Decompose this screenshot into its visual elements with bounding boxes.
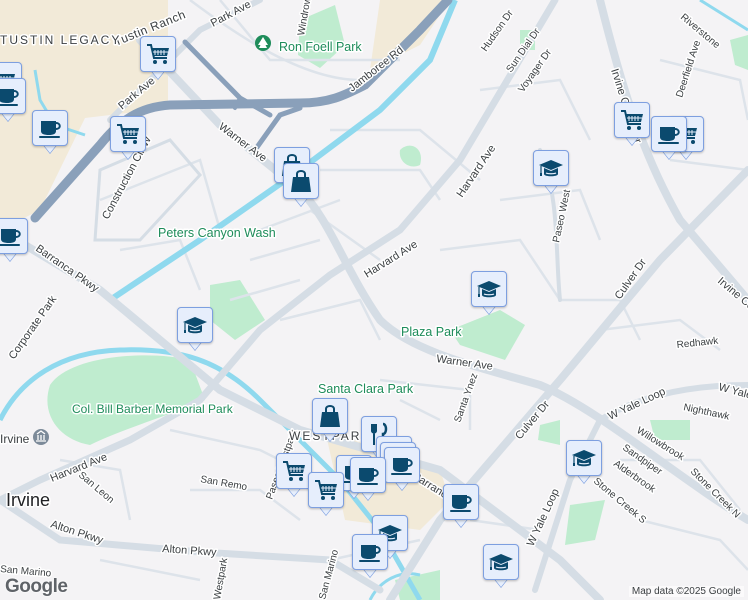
grocery-store-marker[interactable] [308,472,344,520]
cafe-marker[interactable] [443,484,479,532]
shopping-marker[interactable] [283,163,319,211]
cafe-marker[interactable] [384,447,420,495]
map-canvas[interactable]: Warner Ave Warner Ave Harvard Ave Harvar… [0,0,748,600]
coffee-cup-icon [32,110,68,146]
label-barranca-pkwy: Barranca Pkwy [33,243,101,296]
label-w-yale-loop: W Yale Loop [606,386,667,423]
coffee-cup-icon [352,534,388,570]
graduation-cap-icon [471,271,507,307]
label-peters-canyon-wash: Peters Canyon Wash [158,226,276,240]
label-alton-pkwy: Alton Pkwy [162,543,218,559]
label-nighthawk: Nighthawk [682,402,731,423]
park-green-5 [730,35,748,70]
grocery-store-marker[interactable] [140,36,176,84]
google-logo: Google [5,576,68,597]
school-marker[interactable] [483,544,519,592]
label-santa-clara-park: Santa Clara Park [318,382,414,396]
graduation-cap-icon [566,440,602,476]
shopping-cart-icon [276,453,312,489]
cafe-marker[interactable] [32,110,68,158]
cafe-marker[interactable] [0,78,26,126]
school-marker[interactable] [471,271,507,319]
park-green-1 [399,145,421,167]
shopping-cart-icon [110,116,146,152]
school-marker[interactable] [533,150,569,198]
cafe-marker[interactable] [352,534,388,582]
label-tustin-legacy: TUSTIN LEGACY [0,33,121,47]
label-hudson-dr: Hudson Dr [479,8,516,54]
coffee-cup-icon [443,484,479,520]
shopping-cart-icon [614,102,650,138]
label-stone-creek-n: Stone Creek N [688,466,742,520]
coffee-cup-icon [384,447,420,483]
map-attribution[interactable]: Map data ©2025 Google [628,586,744,597]
graduation-cap-icon [177,307,213,343]
highway-ramp-2 [252,105,303,153]
label-irvine-museum: Irvine [0,432,30,446]
shopping-cart-icon [308,472,344,508]
label-westpark: Westpark [212,556,230,600]
water-channel-ne [699,0,748,32]
shopping-bag-icon [312,398,348,434]
cafe-marker[interactable] [350,457,386,505]
label-park-ave: Park Ave [209,0,253,30]
graduation-cap-icon [533,150,569,186]
label-warner-ave: Warner Ave [436,353,494,373]
label-irvine-city: Irvine [6,490,50,510]
grocery-store-marker[interactable] [110,116,146,164]
label-plaza-park: Plaza Park [401,325,462,339]
label-redhawk: Redhawk [676,336,720,351]
school-marker[interactable] [177,307,213,355]
museum-poi[interactable]: Irvine [0,429,49,448]
coffee-cup-icon [0,218,28,254]
school-marker[interactable] [566,440,602,488]
grocery-store-marker[interactable] [614,102,650,150]
coffee-cup-icon [350,457,386,493]
cafe-marker[interactable] [0,218,28,266]
label-san-marino: San Marino [317,548,341,600]
park-green-2 [538,420,560,445]
coffee-cup-icon [0,78,26,114]
shopping-bag-icon [283,163,319,199]
label-san-leon: San Leon [76,470,116,506]
coffee-cup-icon [651,116,687,152]
shopping-marker[interactable] [312,398,348,446]
graduation-cap-icon [483,544,519,580]
label-ron-foell-park: Ron Foell Park [279,40,362,54]
label-corporate-park: Corporate Park [7,293,60,361]
cafe-marker[interactable] [651,116,687,164]
grocery-store-marker[interactable] [276,453,312,501]
label-irvine-center: Irvine Center [715,275,748,325]
label-santa-ynez: Santa Ynez [452,372,480,424]
label-col-bill-barber-park: Col. Bill Barber Memorial Park [72,402,234,416]
shopping-cart-icon [140,36,176,72]
park-green-3 [565,500,605,545]
